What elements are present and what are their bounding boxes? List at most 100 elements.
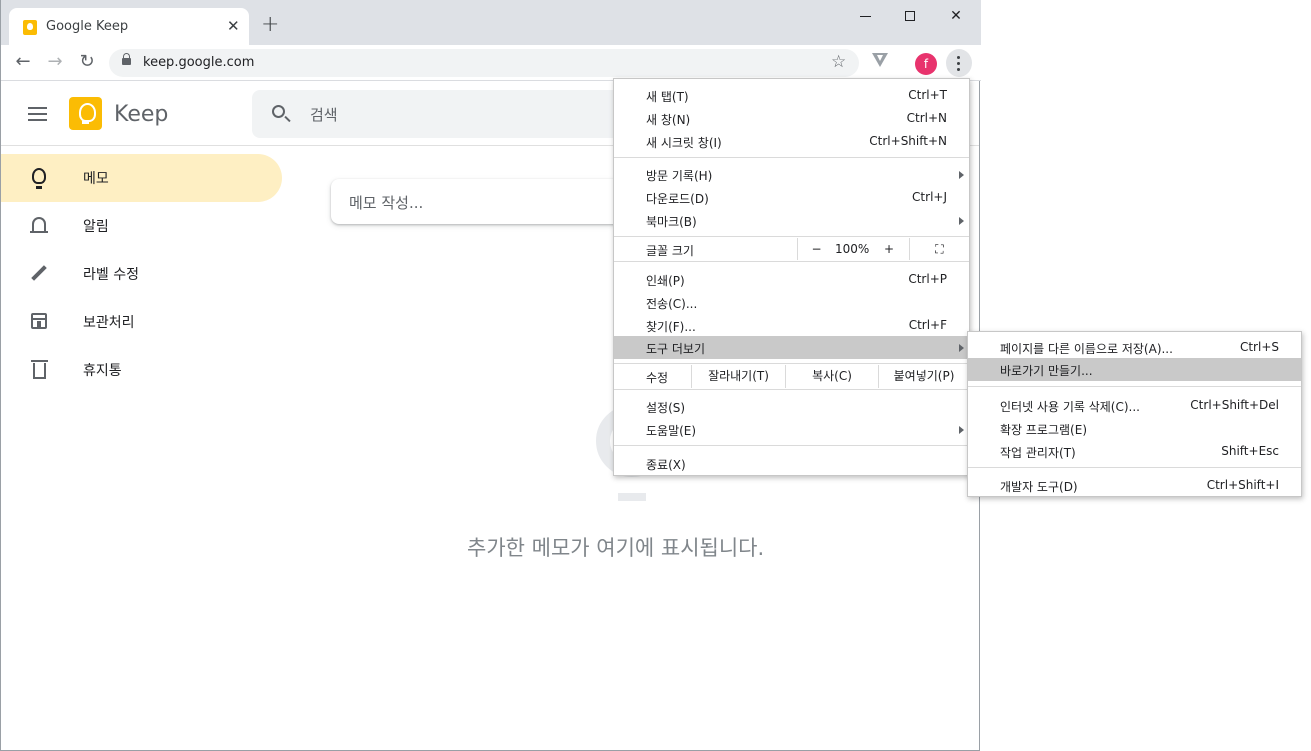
- chrome-menu-button[interactable]: [946, 49, 972, 77]
- menu-item-cast[interactable]: 전송(C)...: [614, 291, 969, 314]
- extension-icon[interactable]: [872, 53, 888, 67]
- note-placeholder[interactable]: 메모 작성...: [349, 192, 423, 213]
- minimize-button[interactable]: [854, 6, 876, 26]
- zoom-in-button[interactable]: +: [869, 238, 909, 260]
- sidebar: 메모 알림 라벨 수정 보관처리 휴지통: [1, 147, 291, 407]
- menu-item-label: 페이지를 다른 이름으로 저장(A)...: [1000, 342, 1173, 356]
- keep-favicon-icon: [23, 20, 37, 35]
- menu-item-label: 도움말(E): [646, 424, 697, 438]
- submenu-arrow-icon: [959, 344, 964, 352]
- empty-state-message: 추가한 메모가 여기에 표시됩니다.: [467, 536, 765, 560]
- menu-separator: [614, 261, 969, 262]
- zoom-label: 글꼴 크기: [646, 244, 694, 258]
- menu-item-developer-tools[interactable]: 개발자 도구(D) Ctrl+Shift+I: [968, 474, 1301, 497]
- browser-toolbar: ← → ↻ keep.google.com ☆ f: [1, 45, 981, 81]
- menu-item-bookmarks[interactable]: 북마크(B): [614, 209, 969, 232]
- menu-item-shortcut: Ctrl+P: [908, 272, 947, 286]
- zoom-out-button[interactable]: −: [797, 238, 835, 260]
- menu-separator: [614, 389, 969, 390]
- minimize-icon: [859, 16, 871, 17]
- menu-item-label: 개발자 도구(D): [1000, 480, 1078, 494]
- sidebar-item-edit-labels[interactable]: 라벨 수정: [1, 250, 282, 298]
- menu-item-label: 인터넷 사용 기록 삭제(C)...: [1000, 400, 1140, 414]
- lock-icon[interactable]: [122, 53, 131, 65]
- archive-icon: [29, 311, 49, 333]
- menu-item-settings[interactable]: 설정(S): [614, 395, 969, 418]
- chrome-main-menu: 새 탭(T) Ctrl+T 새 창(N) Ctrl+N 새 시크릿 창(I) C…: [613, 78, 970, 476]
- submenu-arrow-icon: [959, 217, 964, 225]
- dot-icon: [957, 68, 960, 71]
- menu-item-label: 다운로드(D): [646, 192, 709, 206]
- main-menu-icon[interactable]: [28, 107, 47, 121]
- menu-item-extensions[interactable]: 확장 프로그램(E): [968, 417, 1301, 440]
- app-name[interactable]: Keep: [114, 102, 168, 127]
- forward-arrow-icon[interactable]: →: [45, 52, 65, 72]
- profile-avatar[interactable]: f: [915, 53, 937, 75]
- menu-separator: [614, 445, 969, 446]
- sidebar-item-label: 휴지통: [83, 363, 122, 379]
- url-text[interactable]: keep.google.com: [143, 55, 254, 70]
- address-bar[interactable]: keep.google.com ☆: [109, 49, 859, 77]
- menu-item-history[interactable]: 방문 기록(H): [614, 163, 969, 186]
- menu-item-label: 설정(S): [646, 401, 686, 415]
- search-bar[interactable]: 검색: [252, 90, 652, 138]
- dot-icon: [957, 62, 960, 65]
- submenu-arrow-icon: [959, 426, 964, 434]
- zoom-row: 글꼴 크기 − 100% + ⛶: [614, 238, 969, 260]
- fullscreen-icon[interactable]: ⛶: [909, 238, 969, 260]
- menu-item-shortcut: Ctrl+T: [908, 88, 947, 102]
- menu-item-shortcut: Ctrl+N: [906, 111, 947, 125]
- menu-item-label: 새 탭(T): [646, 90, 689, 104]
- tab-title: Google Keep: [46, 19, 129, 34]
- edit-label: 수정: [646, 371, 669, 385]
- zoom-level: 100%: [835, 242, 870, 256]
- close-window-button[interactable]: ✕: [945, 6, 967, 26]
- sidebar-item-label: 메모: [83, 171, 109, 187]
- keep-logo-icon[interactable]: [69, 97, 102, 130]
- menu-item-label: 도구 더보기: [646, 342, 706, 356]
- menu-item-find[interactable]: 찾기(F)... Ctrl+F: [614, 314, 969, 337]
- menu-item-task-manager[interactable]: 작업 관리자(T) Shift+Esc: [968, 440, 1301, 463]
- tab-strip: Google Keep ✕ + ✕: [1, 0, 981, 45]
- menu-separator: [614, 157, 969, 158]
- menu-item-print[interactable]: 인쇄(P) Ctrl+P: [614, 268, 969, 291]
- tab-google-keep[interactable]: Google Keep ✕: [9, 8, 249, 45]
- menu-item-incognito[interactable]: 새 시크릿 창(I) Ctrl+Shift+N: [614, 130, 969, 153]
- menu-separator: [968, 467, 1301, 468]
- menu-item-new-window[interactable]: 새 창(N) Ctrl+N: [614, 107, 969, 130]
- menu-item-save-page-as[interactable]: 페이지를 다른 이름으로 저장(A)... Ctrl+S: [968, 336, 1301, 359]
- maximize-button[interactable]: [899, 6, 921, 26]
- sidebar-item-archive[interactable]: 보관처리: [1, 298, 282, 346]
- tab-close-icon[interactable]: ✕: [227, 17, 240, 35]
- pencil-icon: [29, 263, 49, 285]
- new-tab-button[interactable]: +: [261, 14, 279, 36]
- menu-item-more-tools[interactable]: 도구 더보기: [614, 336, 969, 359]
- menu-item-shortcut: Ctrl+Shift+I: [1206, 478, 1279, 492]
- search-icon[interactable]: [272, 105, 285, 118]
- menu-item-new-tab[interactable]: 새 탭(T) Ctrl+T: [614, 84, 969, 107]
- sidebar-item-reminders[interactable]: 알림: [1, 202, 282, 250]
- reload-icon[interactable]: ↻: [77, 52, 97, 72]
- lightbulb-icon: [29, 167, 49, 189]
- sidebar-item-notes[interactable]: 메모: [1, 154, 282, 202]
- menu-item-exit[interactable]: 종료(X): [614, 452, 969, 475]
- cut-button[interactable]: 잘라내기(T): [691, 365, 785, 388]
- menu-separator: [614, 363, 969, 364]
- dot-icon: [957, 56, 960, 59]
- menu-item-label: 작업 관리자(T): [1000, 446, 1076, 460]
- search-input[interactable]: 검색: [310, 104, 338, 125]
- menu-item-label: 인쇄(P): [646, 274, 685, 288]
- sidebar-item-label: 보관처리: [83, 315, 135, 331]
- menu-separator: [968, 386, 1301, 387]
- menu-item-clear-browsing-data[interactable]: 인터넷 사용 기록 삭제(C)... Ctrl+Shift+Del: [968, 394, 1301, 417]
- paste-button[interactable]: 붙여넣기(P): [878, 365, 969, 388]
- bookmark-star-icon[interactable]: ☆: [831, 52, 846, 72]
- menu-item-label: 새 창(N): [646, 113, 691, 127]
- menu-item-create-shortcut[interactable]: 바로가기 만들기...: [968, 358, 1301, 381]
- copy-button[interactable]: 복사(C): [785, 365, 878, 388]
- menu-item-downloads[interactable]: 다운로드(D) Ctrl+J: [614, 186, 969, 209]
- sidebar-item-trash[interactable]: 휴지통: [1, 346, 282, 394]
- menu-item-help[interactable]: 도움말(E): [614, 418, 969, 441]
- sidebar-item-label: 라벨 수정: [83, 267, 139, 283]
- back-arrow-icon[interactable]: ←: [13, 52, 33, 72]
